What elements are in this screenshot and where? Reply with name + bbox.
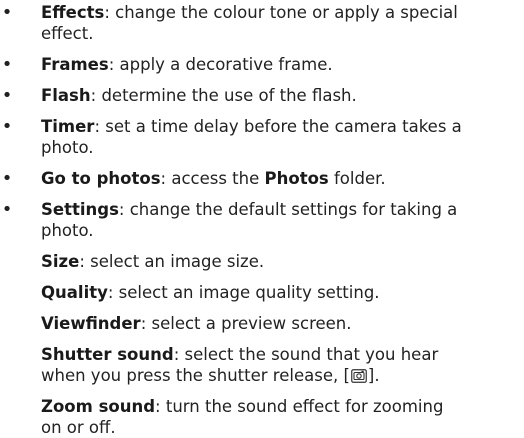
term-frames: Frames xyxy=(41,55,109,74)
sub-item-size: Size: select an image size. xyxy=(0,251,524,272)
term-go-to-photos: Go to photos xyxy=(41,169,161,188)
term-settings: Settings xyxy=(41,200,119,219)
bullet: • xyxy=(1,2,13,23)
bullet: • xyxy=(1,85,13,106)
term-shutter-sound: Shutter sound xyxy=(41,345,174,364)
bullet: • xyxy=(1,116,13,137)
desc-timer-cont: photo. xyxy=(41,138,94,157)
desc-zoom-sound-cont: on or off. xyxy=(41,418,116,437)
sub-item-zoom-sound: Zoom sound: turn the sound effect for zo… xyxy=(0,396,524,438)
desc-go-to-photos-b: folder. xyxy=(328,169,386,188)
term-quality: Quality xyxy=(41,283,108,302)
term-zoom-sound: Zoom sound xyxy=(41,397,156,416)
term-size: Size xyxy=(41,252,80,271)
desc-quality: : select an image quality setting. xyxy=(107,283,380,302)
bullet: • xyxy=(1,54,13,75)
term-viewfinder: Viewfinder xyxy=(41,314,141,333)
sub-item-shutter-sound: Shutter sound: select the sound that you… xyxy=(0,344,524,386)
list-item-frames: • Frames: apply a decorative frame. xyxy=(0,54,524,75)
list-item-flash: • Flash: determine the use of the flash. xyxy=(0,85,524,106)
sub-item-quality: Quality: select an image quality setting… xyxy=(0,282,524,303)
desc-settings-cont: photo. xyxy=(41,221,94,240)
desc-timer: : set a time delay before the camera tak… xyxy=(94,117,462,136)
list-item-settings: • Settings: change the default settings … xyxy=(0,199,524,241)
desc-effects: : change the colour tone or apply a spec… xyxy=(104,3,458,22)
desc-zoom-sound: : turn the sound effect for zooming xyxy=(155,397,444,416)
list-item-go-to-photos: • Go to photos: access the Photos folder… xyxy=(0,168,524,189)
bullet: • xyxy=(1,168,13,189)
desc-settings: : change the default settings for taking… xyxy=(118,200,458,219)
desc-go-to-photos-a: : access the xyxy=(160,169,265,188)
desc-shutter-sound-cont-b: ]. xyxy=(367,366,380,385)
desc-frames: : apply a decorative frame. xyxy=(108,55,333,74)
term-timer: Timer xyxy=(41,117,95,136)
bullet: • xyxy=(1,199,13,220)
desc-viewfinder: : select a preview screen. xyxy=(140,314,352,333)
desc-flash: : determine the use of the flash. xyxy=(90,86,357,105)
sub-item-viewfinder: Viewfinder: select a preview screen. xyxy=(0,313,524,334)
list-item-timer: • Timer: set a time delay before the cam… xyxy=(0,116,524,158)
list-item-effects: • Effects: change the colour tone or app… xyxy=(0,2,524,44)
term-flash: Flash xyxy=(41,86,91,105)
camera-shutter-icon xyxy=(351,369,367,383)
manual-page: • Effects: change the colour tone or app… xyxy=(0,0,524,437)
desc-size: : select an image size. xyxy=(79,252,265,271)
desc-shutter-sound: : select the sound that you hear xyxy=(173,345,439,364)
term-effects: Effects xyxy=(41,3,105,22)
photos-folder-name: Photos xyxy=(264,169,329,188)
desc-shutter-sound-cont-a: when you press the shutter release, [ xyxy=(41,366,350,385)
desc-effects-cont: effect. xyxy=(41,24,94,43)
